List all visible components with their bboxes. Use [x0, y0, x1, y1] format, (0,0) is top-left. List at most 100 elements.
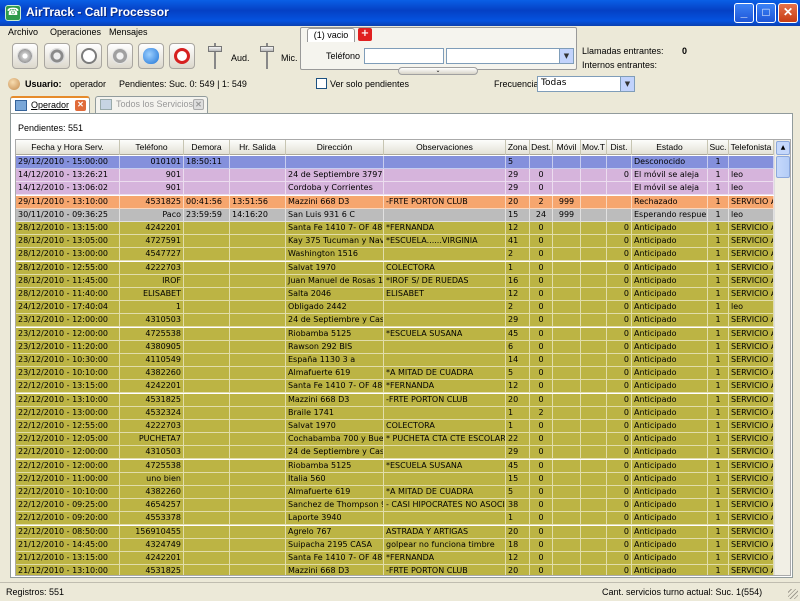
table-row[interactable]: 23/12/2010 - 11:20:00 4380905 Rawson 292 B…: [16, 340, 774, 354]
cancel-button[interactable]: [169, 43, 195, 69]
table-cell: SERVICIO ANT: [729, 472, 774, 486]
ver-solo-pendientes-checkbox[interactable]: [316, 78, 327, 89]
table-cell: Laporte 3940: [286, 512, 384, 526]
telefono-input[interactable]: [364, 48, 444, 64]
column-header[interactable]: Suc.: [708, 140, 729, 155]
table-row[interactable]: 14/12/2010 - 13:26:21 901 24 de Septiembre…: [16, 169, 774, 183]
frecuencia-select[interactable]: Todas ▼: [537, 76, 635, 92]
aud-slider[interactable]: [207, 42, 223, 72]
table-cell: [384, 248, 506, 262]
table-cell: 0: [530, 288, 553, 301]
line-combo[interactable]: ▼: [446, 48, 574, 64]
services-grid: Fecha y Hora Serv. Teléfono Demora Hr. Sali…: [15, 139, 791, 576]
tab-line-vacio[interactable]: (1) vacio: [307, 28, 355, 42]
scroll-thumb[interactable]: [776, 156, 790, 178]
scroll-up-button[interactable]: ▲: [776, 141, 790, 155]
table-row[interactable]: 22/12/2010 - 11:00:00 uno bien Italia 560 1…: [16, 472, 774, 486]
column-header[interactable]: Zona: [506, 140, 530, 155]
table-row[interactable]: 24/12/2010 - 17:40:04 1 Obligado 2442 2 0 0 An…: [16, 301, 774, 315]
close-icon[interactable]: ✕: [75, 100, 86, 111]
table-cell: Anticipado: [632, 486, 708, 499]
table-row[interactable]: 22/12/2010 - 12:55:00 4222703 Salvat 1970 C…: [16, 420, 774, 433]
minimize-button[interactable]: _: [734, 3, 754, 23]
table-row[interactable]: 29/12/2010 - 15:00:00 010101 18:50:11 5 Desc…: [16, 156, 774, 169]
table-cell: [581, 195, 607, 209]
menu-archivo[interactable]: Archivo: [8, 27, 38, 37]
tab-todos-los-servicios[interactable]: Todos los Servicios ✕: [95, 96, 208, 113]
maximize-button[interactable]: □: [756, 3, 776, 23]
settings-button[interactable]: [12, 43, 38, 69]
table-cell: [184, 446, 230, 460]
table-row[interactable]: 28/12/2010 - 13:05:00 4727591 Kay 375 Tucu…: [16, 235, 774, 249]
table-row[interactable]: 22/12/2010 - 13:15:00 4242201 Santa Fe 141…: [16, 380, 774, 394]
table-cell: [230, 367, 286, 381]
table-row[interactable]: 22/12/2010 - 13:00:00 4532324 Braile 1741 1…: [16, 406, 774, 420]
tab-operador[interactable]: Operador ✕: [10, 96, 90, 113]
column-header[interactable]: Demora: [184, 140, 230, 155]
table-cell: 1: [708, 565, 729, 575]
expand-panel-button[interactable]: ⌄: [398, 67, 478, 75]
table-row[interactable]: 23/12/2010 - 12:00:00 4310503 24 de Septie…: [16, 314, 774, 328]
table-cell: [230, 565, 286, 575]
aud-slider-knob[interactable]: [208, 46, 222, 52]
table-row[interactable]: 22/12/2010 - 09:20:00 4553378 Laporte 3940…: [16, 512, 774, 526]
column-header[interactable]: Móvil: [553, 140, 581, 155]
chevron-down-icon[interactable]: ▼: [620, 77, 634, 91]
column-header[interactable]: Estado: [632, 140, 708, 155]
table-cell: [230, 354, 286, 367]
column-header[interactable]: Teléfono: [120, 140, 184, 155]
table-row[interactable]: 28/12/2010 - 11:45:00 IROF Juan Manuel de …: [16, 274, 774, 288]
table-cell: 0: [607, 512, 632, 526]
table-row[interactable]: 22/12/2010 - 12:00:00 4725538 Riobamba 512…: [16, 459, 774, 473]
table-row[interactable]: 23/12/2010 - 10:10:00 4382260 Almafuerte 6…: [16, 367, 774, 381]
mic-slider-knob[interactable]: [260, 46, 274, 52]
column-header[interactable]: Dest.: [530, 140, 553, 155]
table-cell: [553, 301, 581, 315]
table-row[interactable]: 29/11/2010 - 13:10:00 4531825 00:41:56 13:5…: [16, 195, 774, 209]
column-header[interactable]: Observaciones: [384, 140, 506, 155]
add-line-button[interactable]: +: [358, 28, 372, 41]
table-row[interactable]: 22/12/2010 - 13:10:00 4531825 Mazzini 668 …: [16, 393, 774, 407]
column-header[interactable]: Telefonista: [729, 140, 774, 155]
table-row[interactable]: 21/12/2010 - 13:15:00 4242201 Santa Fe 141…: [16, 552, 774, 565]
chat-button[interactable]: [138, 43, 164, 69]
table-row[interactable]: 21/12/2010 - 13:10:00 4531825 Mazzini 668 …: [16, 565, 774, 575]
info-bar: Usuario: operador Pendientes: Suc. 0: 54…: [0, 75, 800, 93]
table-row[interactable]: 28/12/2010 - 13:15:00 4242201 Santa Fe 141…: [16, 222, 774, 235]
table-row[interactable]: 22/12/2010 - 08:50:00 156910455 Agrelo 767…: [16, 525, 774, 539]
table-cell: Anticipado: [632, 301, 708, 315]
resize-grip[interactable]: [788, 589, 798, 599]
column-header[interactable]: Mov.T: [581, 140, 607, 155]
table-row[interactable]: 22/12/2010 - 09:25:00 4654257 Sanchez de T…: [16, 499, 774, 513]
table-row[interactable]: 22/12/2010 - 12:05:00 PUCHETA7 Cochabamba …: [16, 433, 774, 447]
table-row[interactable]: 22/12/2010 - 12:00:00 4310503 24 de Septie…: [16, 446, 774, 460]
table-row[interactable]: 28/12/2010 - 12:55:00 4222703 Salvat 1970 C…: [16, 261, 774, 275]
chevron-down-icon[interactable]: ▼: [559, 49, 573, 63]
table-row[interactable]: 23/12/2010 - 12:00:00 4725538 Riobamba 512…: [16, 327, 774, 341]
power-button[interactable]: [44, 43, 70, 69]
clock-button[interactable]: [76, 43, 102, 69]
table-row[interactable]: 28/12/2010 - 13:00:00 4547727 Washington 1…: [16, 248, 774, 262]
column-header[interactable]: Dirección: [286, 140, 384, 155]
column-header[interactable]: Fecha y Hora Serv.: [16, 140, 120, 155]
close-button[interactable]: ✕: [778, 3, 798, 23]
table-row[interactable]: 21/12/2010 - 14:45:00 4324749 Suipacha 219…: [16, 538, 774, 552]
mic-slider[interactable]: [259, 42, 275, 72]
table-cell: [184, 367, 230, 381]
back-button[interactable]: [107, 43, 133, 69]
vertical-scrollbar[interactable]: ▲: [774, 140, 790, 575]
table-cell: 1: [708, 393, 729, 407]
table-row[interactable]: 30/11/2010 - 09:36:25 Paco 23:59:59 14:16:2…: [16, 208, 774, 222]
internos-entrantes-label: Internos entrantes:: [582, 60, 658, 70]
table-cell: SERVICIO ANT: [729, 538, 774, 552]
menu-mensajes[interactable]: Mensajes: [109, 27, 148, 37]
column-header[interactable]: Hr. Salida: [230, 140, 286, 155]
table-row[interactable]: 14/12/2010 - 13:06:02 901 Cordoba y Corrie…: [16, 182, 774, 196]
table-row[interactable]: 22/12/2010 - 10:10:00 4382260 Almafuerte 6…: [16, 486, 774, 499]
table-cell: 4222703: [120, 420, 184, 433]
close-icon[interactable]: ✕: [193, 99, 204, 110]
table-row[interactable]: 23/12/2010 - 10:30:00 4110549 España 1130 …: [16, 354, 774, 367]
menu-operaciones[interactable]: Operaciones: [50, 27, 101, 37]
column-header[interactable]: Dist.: [607, 140, 632, 155]
table-row[interactable]: 28/12/2010 - 11:40:00 ELISABET Salta 2046 E…: [16, 288, 774, 301]
